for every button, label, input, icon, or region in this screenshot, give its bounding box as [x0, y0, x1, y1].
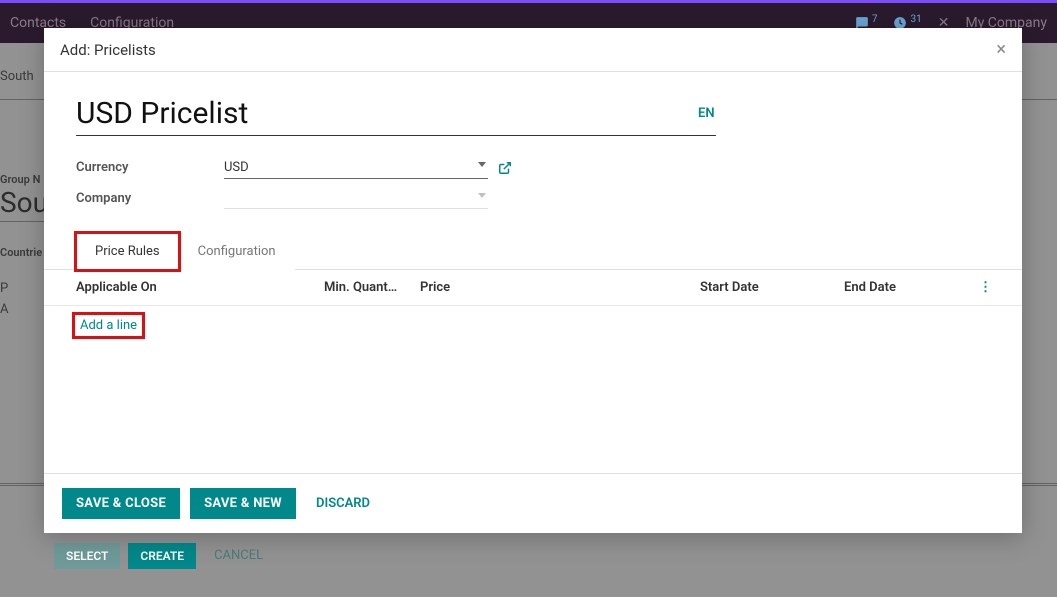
external-link-icon[interactable]: [498, 161, 512, 175]
column-menu-icon[interactable]: ⋮: [974, 280, 990, 295]
th-applicable-on: Applicable On: [76, 280, 324, 295]
modal-title: Add: Pricelists: [60, 41, 156, 59]
modal-dialog: Add: Pricelists × EN Currency Company: [44, 28, 1022, 533]
company-select[interactable]: [224, 187, 488, 209]
save-and-close-button[interactable]: SAVE & CLOSE: [62, 488, 180, 519]
close-icon[interactable]: ×: [996, 39, 1006, 60]
bg-create-button[interactable]: CREATE: [128, 543, 196, 569]
company-label: Company: [76, 191, 224, 206]
th-min-quantity: Min. Quant…: [324, 280, 420, 295]
language-badge[interactable]: EN: [698, 106, 715, 121]
add-a-line-link[interactable]: Add a line: [76, 316, 141, 335]
currency-label: Currency: [76, 160, 224, 175]
tabs-bar: Price Rules Configuration: [76, 233, 990, 270]
activities-count: 31: [910, 14, 921, 25]
th-price: Price: [420, 280, 700, 295]
tab-configuration[interactable]: Configuration: [179, 233, 295, 270]
save-and-new-button[interactable]: SAVE & NEW: [190, 488, 296, 519]
modal-footer: SAVE & CLOSE SAVE & NEW DISCARD: [44, 473, 1022, 533]
pricelist-name-input[interactable]: [76, 96, 716, 136]
tab-price-rules[interactable]: Price Rules: [76, 233, 179, 270]
price-rules-table: Applicable On Min. Quant… Price Start Da…: [44, 269, 1022, 473]
th-start-date: Start Date: [700, 280, 844, 295]
messages-count: 7: [872, 14, 878, 25]
currency-select[interactable]: [224, 157, 488, 179]
bg-cancel-button[interactable]: CANCEL: [204, 542, 273, 569]
discard-button[interactable]: DISCARD: [306, 488, 380, 519]
th-end-date: End Date: [844, 280, 974, 295]
bg-select-button[interactable]: SELECT: [54, 543, 120, 569]
modal-header: Add: Pricelists ×: [44, 28, 1022, 72]
